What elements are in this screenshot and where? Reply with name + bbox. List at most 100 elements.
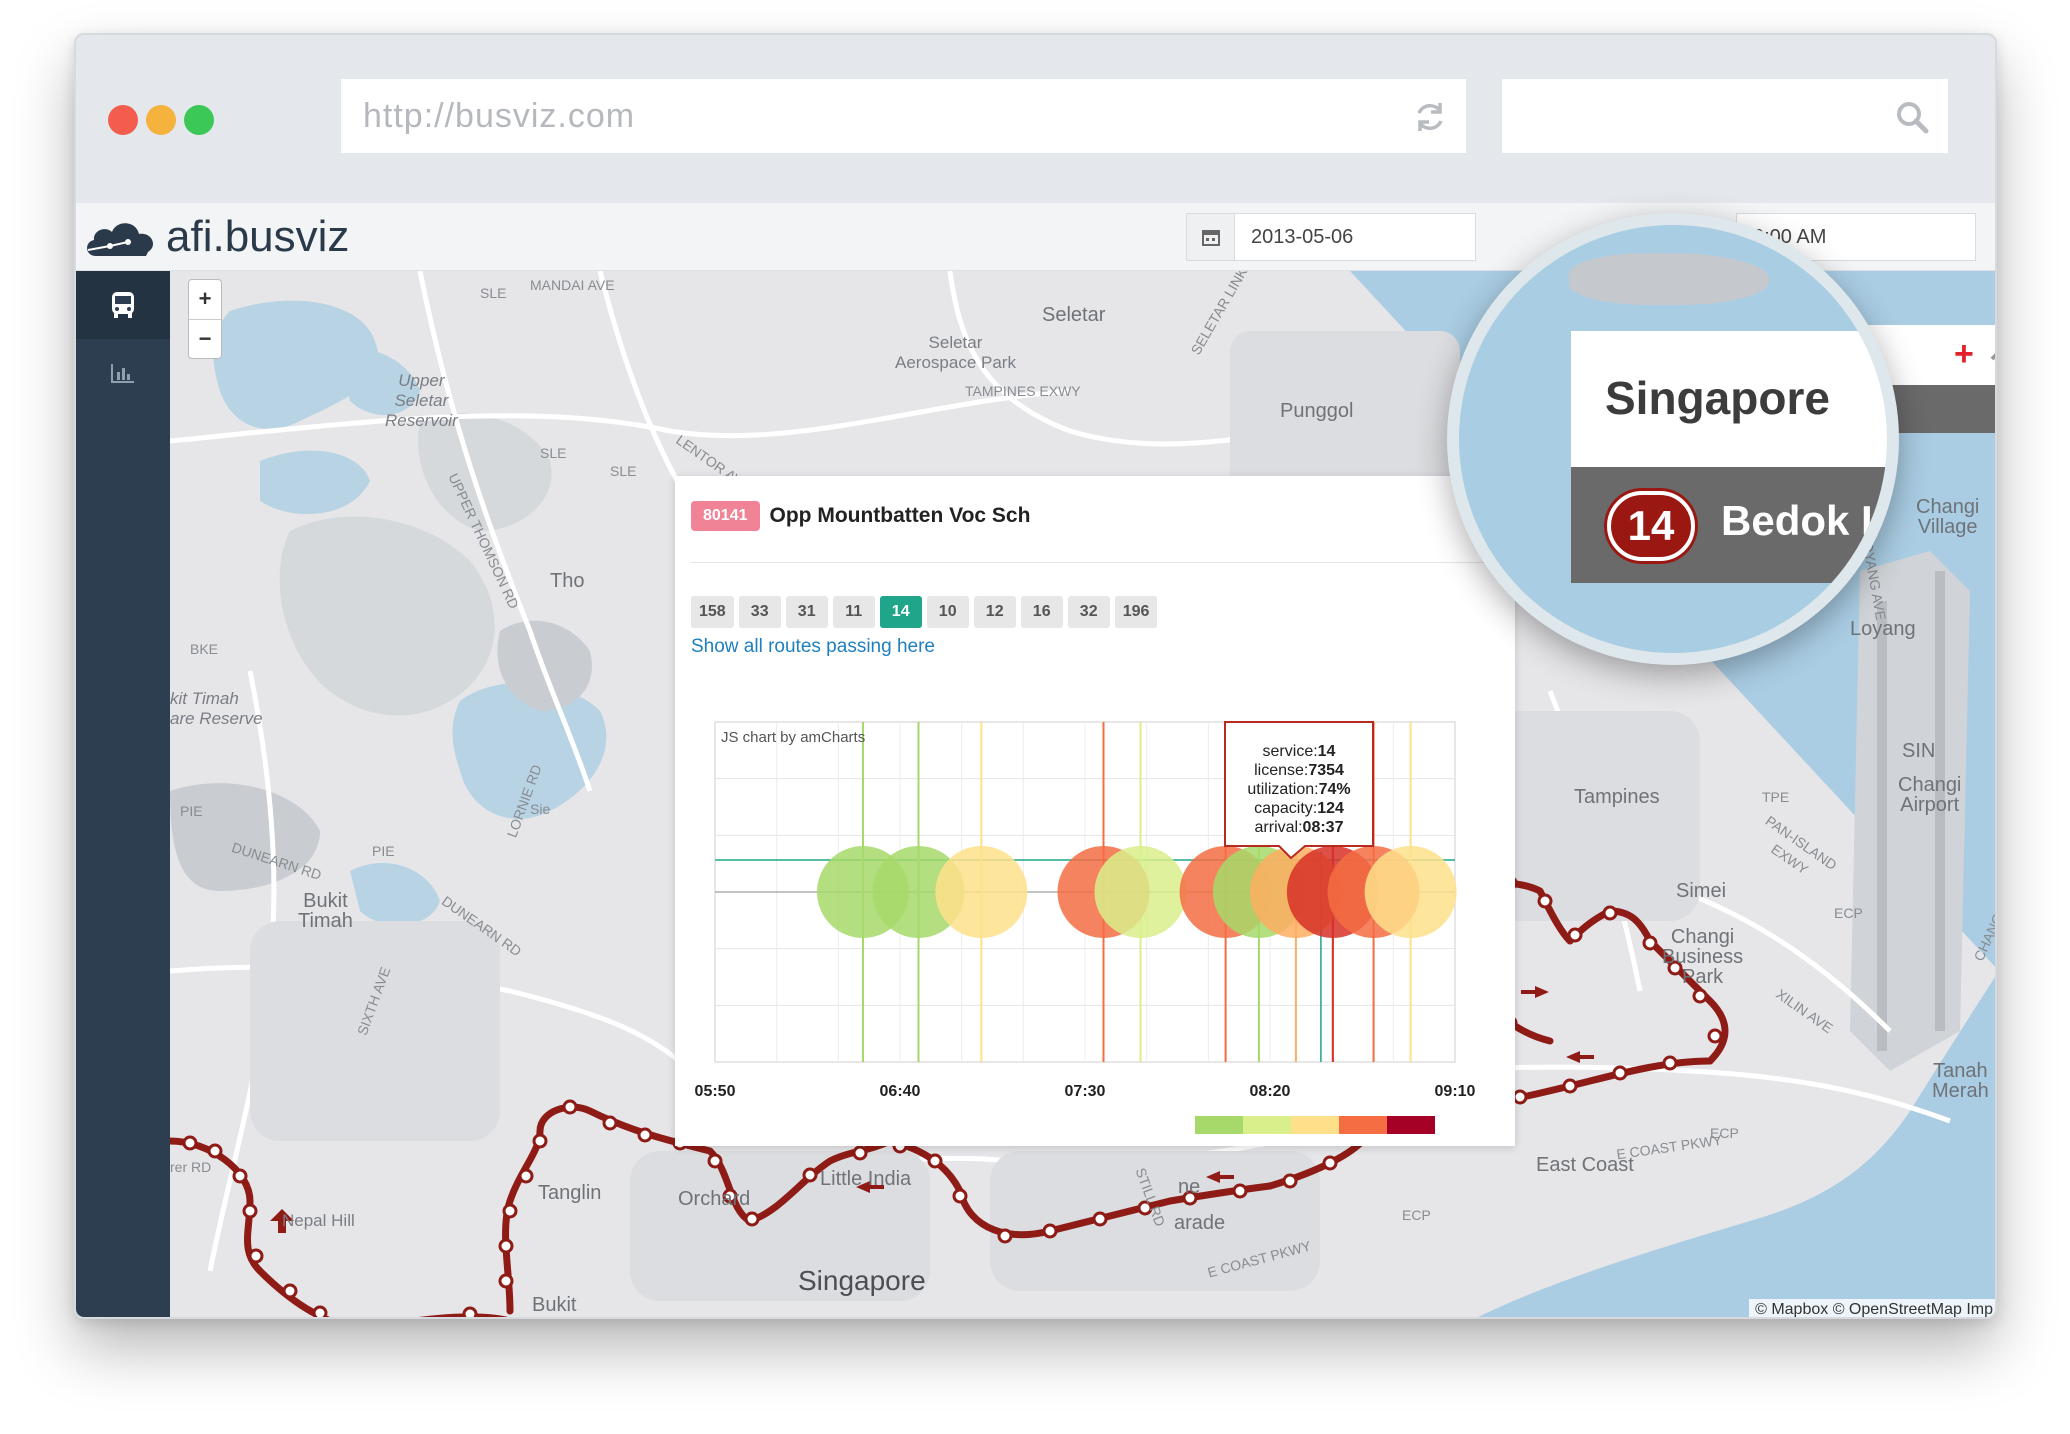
map-label: Upper Seletar Reservoir xyxy=(385,371,458,430)
show-all-routes-link[interactable]: Show all routes passing here xyxy=(691,636,935,658)
chart-credit: JS chart by amCharts xyxy=(721,729,865,746)
map-label: ne xyxy=(1178,1176,1201,1198)
route-button[interactable]: 32 xyxy=(1067,596,1110,628)
map-label: Singapore xyxy=(798,1265,926,1296)
map-label: Tanglin xyxy=(538,1182,602,1204)
map-attribution[interactable]: © Mapbox © OpenStreetMap Imp xyxy=(1749,1299,1995,1317)
bus-icon xyxy=(112,292,134,318)
map-label: SLE xyxy=(540,445,567,461)
tooltip-row: arrival:08:37 xyxy=(1255,819,1344,836)
map-label: rer RD xyxy=(170,1159,212,1175)
lens-route-name: Bedok In xyxy=(1721,497,1899,544)
url-text: http://busviz.com xyxy=(363,97,636,135)
search-icon[interactable] xyxy=(1894,99,1930,135)
map-label: Loyang xyxy=(1850,618,1916,640)
route-button[interactable]: 11 xyxy=(832,596,875,628)
map-label: Nepal Hill xyxy=(282,1211,355,1230)
map-label: PIE xyxy=(180,803,203,819)
tooltip-row: utilization:74% xyxy=(1247,781,1350,798)
map-label: ECP xyxy=(1834,905,1863,921)
map-label: BKE xyxy=(190,641,219,657)
map-label: SLE xyxy=(480,285,507,301)
magnifier-lens: Singapore 14 Bedok In xyxy=(1447,213,1899,665)
map-label: Punggol xyxy=(1280,400,1354,422)
map-label: Changi Village xyxy=(1916,496,1980,538)
map-label: TPE xyxy=(1762,789,1790,805)
route-button[interactable]: 12 xyxy=(973,596,1016,628)
calendar-icon[interactable] xyxy=(1187,214,1235,260)
chevron-up-icon[interactable] xyxy=(1986,339,1997,369)
lens-map-island xyxy=(1569,253,1769,305)
browser-chrome: http://busviz.com xyxy=(76,35,1995,203)
route-button[interactable]: 10 xyxy=(926,596,969,628)
legend-swatch xyxy=(1195,1116,1243,1134)
map-label: SLE xyxy=(610,463,637,479)
close-window-button[interactable] xyxy=(108,105,138,135)
route-button[interactable]: 158 xyxy=(691,596,734,628)
map-label: TAMPINES EXWY xyxy=(965,383,1081,399)
sidebar-item-chart[interactable] xyxy=(76,339,170,407)
legend-swatch xyxy=(1387,1116,1435,1134)
legend-swatch xyxy=(1339,1116,1387,1134)
lens-route-row[interactable]: 14 Bedok In xyxy=(1571,467,1899,583)
tooltip-row: capacity:124 xyxy=(1254,800,1344,817)
x-tick-label: 09:10 xyxy=(1435,1083,1476,1100)
map-label: MANDAI AVE xyxy=(530,277,615,293)
cloud-logo-icon xyxy=(87,223,154,256)
map-label: Simei xyxy=(1676,880,1727,902)
arrival-bubble xyxy=(1364,846,1457,938)
map-label: Little India xyxy=(820,1168,912,1190)
address-bar[interactable]: http://busviz.com xyxy=(341,79,1466,153)
lens-country-label: Singapore xyxy=(1605,372,1830,424)
browser-search-bar[interactable] xyxy=(1502,79,1948,153)
reload-icon[interactable] xyxy=(1412,99,1448,135)
map-label: Tampines xyxy=(1574,786,1660,808)
map-label: Seletar xyxy=(1042,304,1106,326)
browser-window: http://busviz.com afi.busviz 2013-05-06 … xyxy=(74,33,1997,1319)
tooltip-row: license:7354 xyxy=(1254,762,1344,779)
x-tick-label: 06:40 xyxy=(880,1083,921,1100)
sidebar xyxy=(76,271,170,1317)
map-label: kit Timah are Reserve xyxy=(170,689,263,728)
map-label: Seletar Aerospace Park xyxy=(895,333,1016,372)
bus-stop-popup: 80141 Opp Mountbatten Voc Sch 158 33 31 11 1… xyxy=(675,476,1515,1146)
map-label: Orchard xyxy=(678,1188,751,1210)
route-button[interactable]: 31 xyxy=(785,596,828,628)
map-label: Bukit xyxy=(532,1294,577,1316)
map-label: Tanah Merah xyxy=(1932,1060,1989,1102)
x-tick-label: 05:50 xyxy=(695,1083,736,1100)
tooltip-row: service:14 xyxy=(1263,743,1336,760)
route-button[interactable]: 196 xyxy=(1114,596,1158,628)
arrival-bubble xyxy=(1094,846,1187,938)
map-label: PIE xyxy=(372,843,395,859)
map-label: Tho xyxy=(550,570,585,592)
lens-country-header: Singapore xyxy=(1571,331,1887,467)
map-label: SIN xyxy=(1902,740,1936,762)
map-label: Bukit Timah xyxy=(298,890,353,932)
brand[interactable]: afi.busviz xyxy=(82,207,349,267)
zoom-in-button[interactable]: + xyxy=(189,280,221,319)
stop-code-badge: 80141 xyxy=(691,501,760,531)
legend-swatch xyxy=(1243,1116,1291,1134)
route-button[interactable]: 16 xyxy=(1020,596,1063,628)
zoom-out-button[interactable]: − xyxy=(189,319,221,358)
lens-route-badge: 14 xyxy=(1607,491,1695,561)
minimize-window-button[interactable] xyxy=(146,105,176,135)
map-label: ECP xyxy=(1710,1125,1739,1141)
route-button[interactable]: 33 xyxy=(738,596,781,628)
map-label: ECP xyxy=(1402,1207,1431,1223)
date-picker[interactable]: 2013-05-06 xyxy=(1186,213,1476,261)
add-route-button[interactable]: + xyxy=(1954,335,1974,374)
legend-swatch xyxy=(1291,1116,1339,1134)
route-buttons: 158 33 31 11 14 10 12 16 32 196 xyxy=(691,596,1158,628)
popup-divider xyxy=(691,562,1499,563)
stop-name: Opp Mountbatten Voc Sch xyxy=(769,504,1031,527)
sidebar-item-bus[interactable] xyxy=(76,271,170,339)
brand-name: afi.busviz xyxy=(166,212,350,261)
arrival-chart[interactable]: JS chart by amCharts 05:50 06:40 07:30 08:20… xyxy=(695,694,1495,1134)
arrival-bubble xyxy=(935,846,1028,938)
date-value: 2013-05-06 xyxy=(1251,226,1354,248)
maximize-window-button[interactable] xyxy=(184,105,214,135)
route-button[interactable]: 14 xyxy=(879,596,922,628)
popup-header: 80141 Opp Mountbatten Voc Sch xyxy=(691,501,1030,531)
